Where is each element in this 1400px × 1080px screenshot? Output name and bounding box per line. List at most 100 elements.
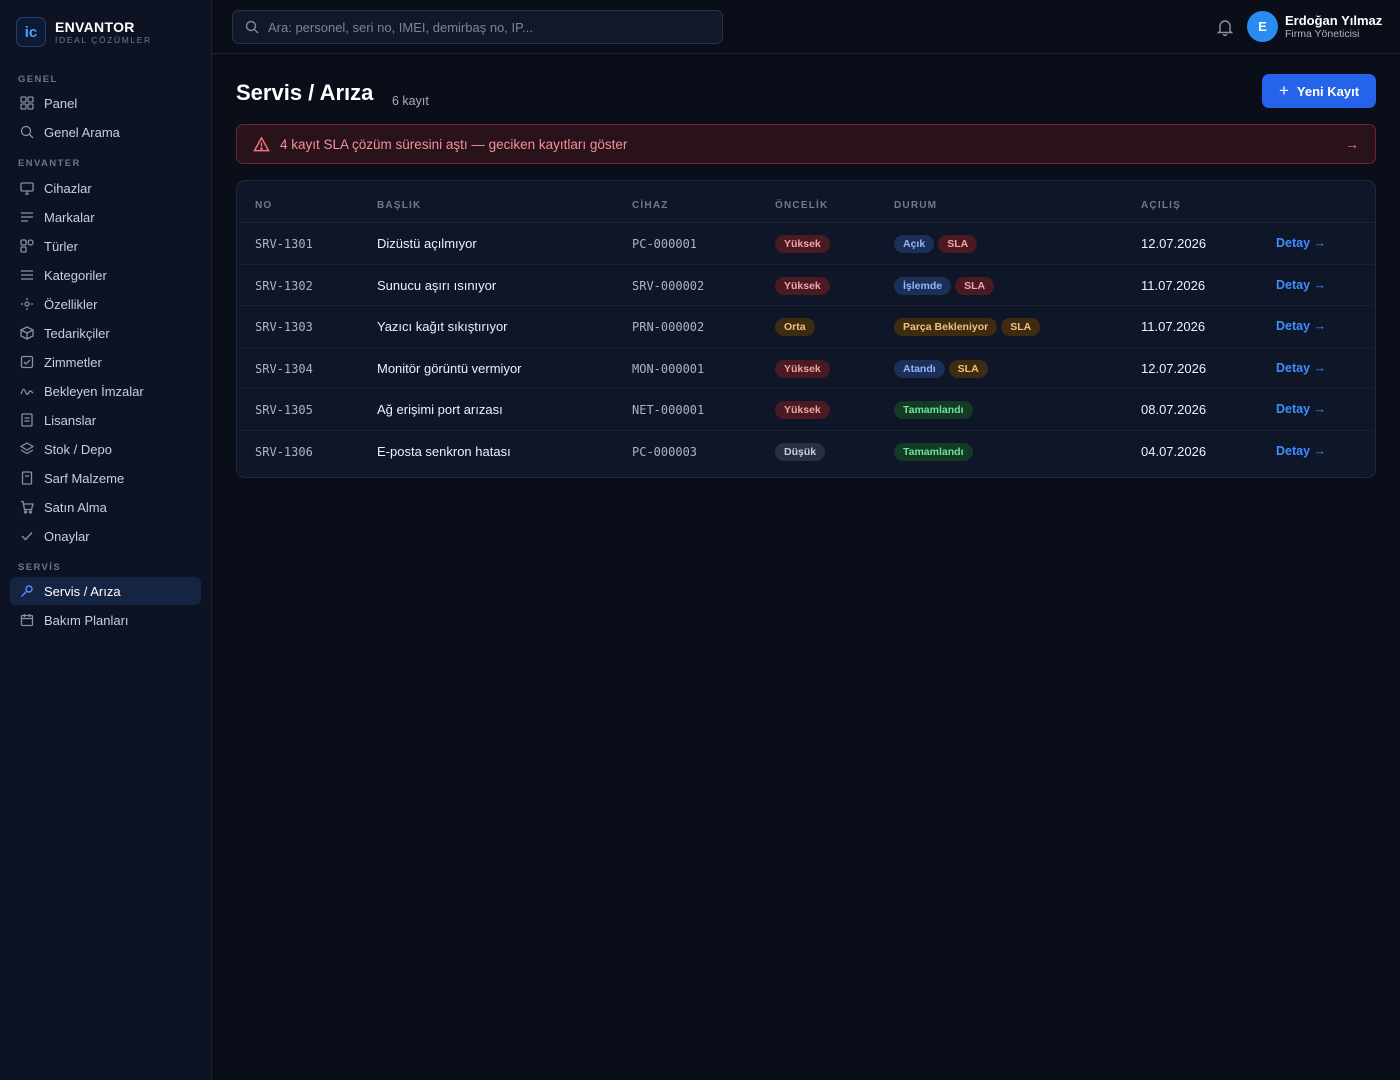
sidebar-item-satin-alma[interactable]: Satın Alma xyxy=(10,493,201,521)
sidebar-item-tedarikciler[interactable]: Tedarikçiler xyxy=(10,319,201,347)
notification-bell-icon[interactable] xyxy=(1216,18,1234,37)
status-badge: Açık xyxy=(894,235,935,253)
sidebar-item-label: Kategoriler xyxy=(44,267,107,283)
layers-icon xyxy=(20,442,34,456)
service-table: NO BAŞLIK CİHAZ ÖNCELİK DURUM AÇILIŞ SRV… xyxy=(236,180,1376,478)
column-header-acilis[interactable]: AÇILIŞ xyxy=(1141,200,1181,211)
sidebar-item-lisanslar[interactable]: Lisanslar xyxy=(10,406,201,434)
row-title: Yazıcı kağıt sıkıştırıyor xyxy=(377,319,508,334)
table-row[interactable]: SRV-1304 Monitör görüntü vermiyor MON-0000… xyxy=(237,348,1375,389)
sidebar-item-label: Tedarikçiler xyxy=(44,325,110,341)
column-header-no[interactable]: NO xyxy=(255,200,272,211)
sidebar-item-label: Onaylar xyxy=(44,528,90,544)
row-opened-date: 12.07.2026 xyxy=(1141,360,1207,376)
sidebar-item-ozellikler[interactable]: Özellikler xyxy=(10,290,201,318)
priority-badge: Yüksek xyxy=(775,359,830,378)
cart-icon xyxy=(20,500,34,514)
search-bar[interactable] xyxy=(232,10,723,44)
sidebar-item-genel-arama[interactable]: Genel Arama xyxy=(10,118,201,146)
status-badge: Tamamlandı xyxy=(894,401,973,419)
sidebar-item-panel[interactable]: Panel xyxy=(10,89,201,117)
sla-alert-banner[interactable]: 4 kayıt SLA çözüm süresini aştı — gecike… xyxy=(236,124,1376,164)
sidebar-item-zimmetler[interactable]: Zimmetler xyxy=(10,348,201,376)
column-header-durum[interactable]: DURUM xyxy=(894,200,937,211)
table-row[interactable]: SRV-1301 Dizüstü açılmıyor PC-000001 Yüksek… xyxy=(237,223,1375,265)
search-input[interactable] xyxy=(268,19,708,35)
row-opened-date: 08.07.2026 xyxy=(1141,402,1207,417)
sidebar-item-label: Servis / Arıza xyxy=(44,583,121,599)
topbar: E Erdoğan Yılmaz Firma Yöneticisi xyxy=(212,0,1400,54)
detail-link[interactable]: Detay → xyxy=(1276,278,1326,292)
detail-link[interactable]: Detay → xyxy=(1276,319,1326,333)
sidebar-item-label: Sarf Malzeme xyxy=(44,470,125,486)
row-device[interactable]: NET-000001 xyxy=(632,403,704,417)
new-record-label: Yeni Kayıt xyxy=(1296,83,1360,99)
row-number: SRV-1302 xyxy=(255,278,313,293)
sidebar-item-sarf-malzeme[interactable]: Sarf Malzeme xyxy=(10,464,201,492)
user-name[interactable]: Erdoğan Yılmaz xyxy=(1285,13,1382,28)
table-header: NO BAŞLIK CİHAZ ÖNCELİK DURUM AÇILIŞ xyxy=(237,181,1375,223)
sidebar-item-bakim-planlari[interactable]: Bakım Planları xyxy=(10,606,201,634)
search-icon xyxy=(245,20,259,34)
new-record-button[interactable]: + Yeni Kayıt xyxy=(1262,74,1376,108)
row-device[interactable]: SRV-000002 xyxy=(632,279,704,293)
detail-link[interactable]: Detay → xyxy=(1276,236,1326,250)
sidebar-item-label: Türler xyxy=(44,238,78,254)
sidebar-item-stok-depo[interactable]: Stok / Depo xyxy=(10,435,201,463)
sidebar-item-cihazlar[interactable]: Cihazlar xyxy=(10,174,201,202)
brand-logo: ic xyxy=(16,17,46,47)
table-row[interactable]: SRV-1303 Yazıcı kağıt sıkıştırıyor PRN-000… xyxy=(237,306,1375,348)
row-number: SRV-1304 xyxy=(255,361,313,376)
plus-icon: + xyxy=(1278,81,1289,100)
priority-badge: Yüksek xyxy=(775,276,830,295)
section-label-envanter: ENVANTER xyxy=(18,158,81,169)
brand[interactable]: ic ENVANTOR İDEAL ÇÖZÜMLER xyxy=(16,17,152,47)
row-device[interactable]: PC-000001 xyxy=(632,237,697,251)
row-number: SRV-1305 xyxy=(255,403,313,417)
section-label-genel: GENEL xyxy=(18,74,58,85)
status-badge: İşlemde xyxy=(894,276,952,295)
sidebar-item-servis-ariza[interactable]: Servis / Arıza xyxy=(10,577,201,605)
column-header-baslik[interactable]: BAŞLIK xyxy=(377,200,421,211)
monitor-icon xyxy=(20,181,34,195)
brand-subtitle: İDEAL ÇÖZÜMLER xyxy=(55,34,152,45)
sidebar-item-label: Özellikler xyxy=(44,296,98,312)
table-row[interactable]: SRV-1305 Ağ erişimi port arızası NET-00000… xyxy=(237,389,1375,431)
row-device[interactable]: MON-000001 xyxy=(632,362,704,376)
tag-lines-icon xyxy=(20,210,34,224)
brand-name: ENVANTOR xyxy=(55,18,135,35)
sidebar-item-markalar[interactable]: Markalar xyxy=(10,203,201,231)
shapes-icon xyxy=(20,239,34,253)
table-row[interactable]: SRV-1302 Sunucu aşırı ısınıyor SRV-000002 Y… xyxy=(237,265,1375,306)
sla-badge: SLA xyxy=(955,276,995,295)
table-row[interactable]: SRV-1306 E-posta senkron hatası PC-000003 D… xyxy=(237,431,1375,473)
detail-link[interactable]: Detay → xyxy=(1276,444,1326,458)
detail-link[interactable]: Detay → xyxy=(1276,361,1326,375)
avatar[interactable]: E xyxy=(1247,11,1278,42)
sidebar-item-label: Panel xyxy=(44,95,78,111)
sidebar-item-label: Zimmetler xyxy=(44,354,102,370)
priority-badge: Düşük xyxy=(775,442,826,461)
detail-link[interactable]: Detay → xyxy=(1276,402,1326,416)
sidebar-item-bekleyen-imzalar[interactable]: Bekleyen İmzalar xyxy=(10,377,201,405)
sidebar-item-label: Satın Alma xyxy=(44,499,107,515)
warning-triangle-icon xyxy=(253,135,270,153)
signature-icon xyxy=(20,384,34,398)
row-device[interactable]: PRN-000002 xyxy=(632,320,704,334)
column-header-oncelik[interactable]: ÖNCELİK xyxy=(775,200,828,211)
main-content: E Erdoğan Yılmaz Firma Yöneticisi Servis… xyxy=(212,0,1400,1080)
app-root: ic ENVANTOR İDEAL ÇÖZÜMLER GENEL Panel G… xyxy=(0,0,1400,1080)
row-number: SRV-1301 xyxy=(255,237,313,251)
sidebar-item-turler[interactable]: Türler xyxy=(10,232,201,260)
sidebar: ic ENVANTOR İDEAL ÇÖZÜMLER GENEL Panel G… xyxy=(0,0,212,1080)
sidebar-item-onaylar[interactable]: Onaylar xyxy=(10,522,201,550)
row-device[interactable]: PC-000003 xyxy=(632,445,697,459)
wrench-icon xyxy=(20,584,34,598)
row-title: Sunucu aşırı ısınıyor xyxy=(377,277,497,293)
row-title: Dizüstü açılmıyor xyxy=(377,236,477,251)
sidebar-item-label: Stok / Depo xyxy=(44,441,112,457)
column-header-cihaz[interactable]: CİHAZ xyxy=(632,200,669,211)
sidebar-item-kategoriler[interactable]: Kategoriler xyxy=(10,261,201,289)
row-opened-date: 04.07.2026 xyxy=(1141,443,1207,459)
document-icon xyxy=(20,413,34,427)
